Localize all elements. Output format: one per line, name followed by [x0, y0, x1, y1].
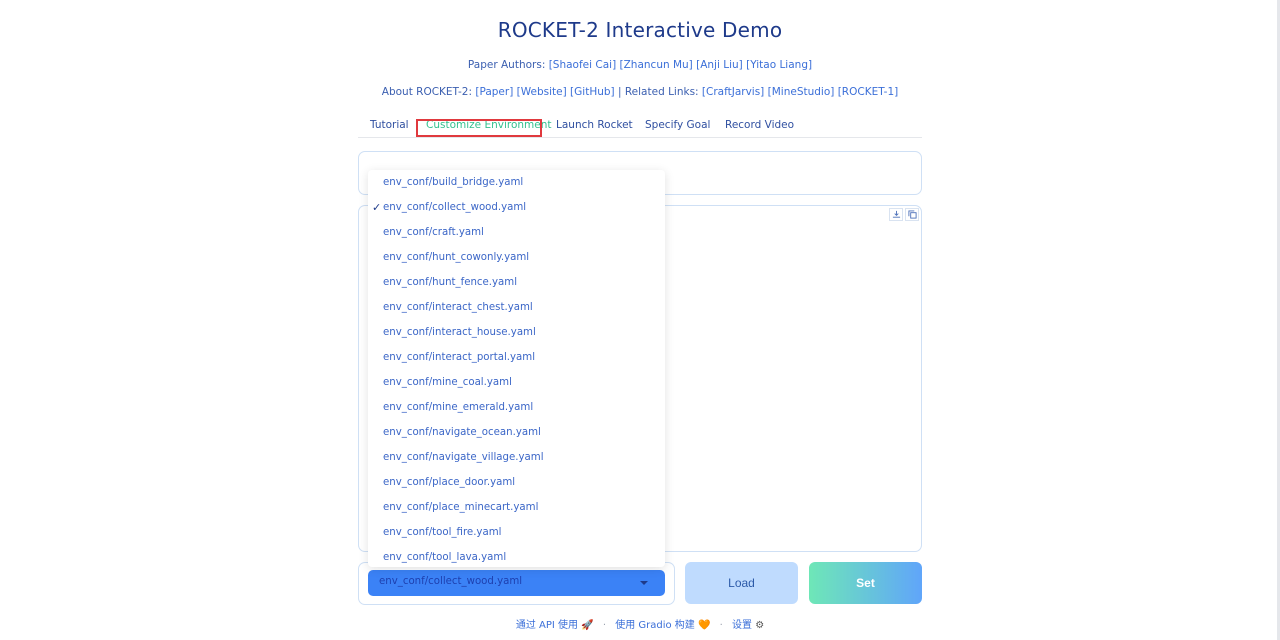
set-button[interactable]: Set — [809, 562, 922, 604]
copy-button[interactable] — [905, 208, 919, 221]
env-config-dropdown: env_conf/build_bridge.yaml ✓ env_conf/col… — [368, 170, 665, 567]
chevron-down-icon — [640, 581, 648, 585]
dropdown-option[interactable]: env_conf/interact_chest.yaml — [368, 295, 665, 320]
dropdown-option[interactable]: env_conf/interact_house.yaml — [368, 320, 665, 345]
check-icon: ✓ — [372, 201, 382, 214]
dropdown-option[interactable]: env_conf/mine_emerald.yaml — [368, 395, 665, 420]
about-line: About ROCKET-2: [Paper] [Website] [GitHu… — [0, 86, 1280, 98]
tab-tutorial[interactable]: Tutorial — [370, 119, 409, 131]
github-link[interactable]: [GitHub] — [570, 86, 615, 98]
dropdown-option[interactable]: env_conf/navigate_ocean.yaml — [368, 420, 665, 445]
author-link[interactable]: [Zhancun Mu] — [620, 59, 693, 71]
page-title: ROCKET-2 Interactive Demo — [497, 18, 783, 42]
gradio-logo-icon: 🧡 — [698, 620, 711, 631]
dropdown-option[interactable]: env_conf/mine_coal.yaml — [368, 370, 665, 395]
dropdown-option-selected[interactable]: ✓ env_conf/collect_wood.yaml — [368, 195, 665, 220]
dropdown-option[interactable]: env_conf/tool_lava.yaml — [368, 545, 665, 570]
copy-icon — [907, 210, 917, 219]
code-toolbar — [889, 208, 919, 221]
dropdown-option[interactable]: env_conf/craft.yaml — [368, 220, 665, 245]
tab-specify-goal[interactable]: Specify Goal — [645, 119, 710, 131]
about-prefix: About ROCKET-2: — [381, 86, 476, 98]
dropdown-option[interactable]: env_conf/tool_fire.yaml — [368, 520, 665, 545]
dropdown-option[interactable]: env_conf/place_door.yaml — [368, 470, 665, 495]
footer: 通过 API 使用 🚀 · 使用 Gradio 构建 🧡 · 设置 ⚙ — [0, 616, 1280, 631]
dropdown-option[interactable]: env_conf/interact_portal.yaml — [368, 345, 665, 370]
minestudio-link[interactable]: [MineStudio] — [768, 86, 835, 98]
author-link[interactable]: [Anji Liu] — [696, 59, 743, 71]
gradio-link[interactable]: 使用 Gradio 构建 🧡 — [615, 620, 710, 631]
author-link[interactable]: [Shaofei Cai] — [549, 59, 616, 71]
rocket1-link[interactable]: [ROCKET-1] — [838, 86, 899, 98]
tab-highlight-box — [416, 119, 542, 137]
dropdown-option[interactable]: env_conf/hunt_fence.yaml — [368, 270, 665, 295]
authors-line: Paper Authors: [Shaofei Cai] [Zhancun Mu… — [0, 59, 1280, 71]
env-config-select[interactable]: env_conf/collect_wood.yaml — [368, 570, 665, 596]
download-button[interactable] — [889, 208, 903, 221]
paper-link[interactable]: [Paper] — [475, 86, 513, 98]
authors-prefix: Paper Authors: — [467, 59, 549, 71]
tab-launch-rocket[interactable]: Launch Rocket — [556, 119, 633, 131]
craftjarvis-link[interactable]: [CraftJarvis] — [702, 86, 764, 98]
load-button[interactable]: Load — [685, 562, 798, 604]
related-divider: | Related Links: — [614, 86, 702, 98]
tab-record-video[interactable]: Record Video — [725, 119, 794, 131]
author-link[interactable]: [Yitao Liang] — [746, 59, 812, 71]
api-link[interactable]: 通过 API 使用 🚀 — [516, 620, 594, 631]
rocket-icon: 🚀 — [581, 620, 594, 631]
dropdown-option[interactable]: env_conf/place_minecart.yaml — [368, 495, 665, 520]
dropdown-option[interactable]: env_conf/hunt_cowonly.yaml — [368, 245, 665, 270]
settings-link[interactable]: 设置 ⚙ — [732, 620, 764, 631]
website-link[interactable]: [Website] — [517, 86, 567, 98]
env-config-select-value: env_conf/collect_wood.yaml — [379, 576, 523, 587]
dropdown-option[interactable]: env_conf/navigate_village.yaml — [368, 445, 665, 470]
dropdown-option[interactable]: env_conf/build_bridge.yaml — [368, 170, 665, 195]
footer-separator: · — [719, 620, 723, 631]
footer-separator: · — [602, 620, 607, 631]
download-icon — [892, 210, 900, 218]
gear-icon: ⚙ — [755, 620, 765, 631]
